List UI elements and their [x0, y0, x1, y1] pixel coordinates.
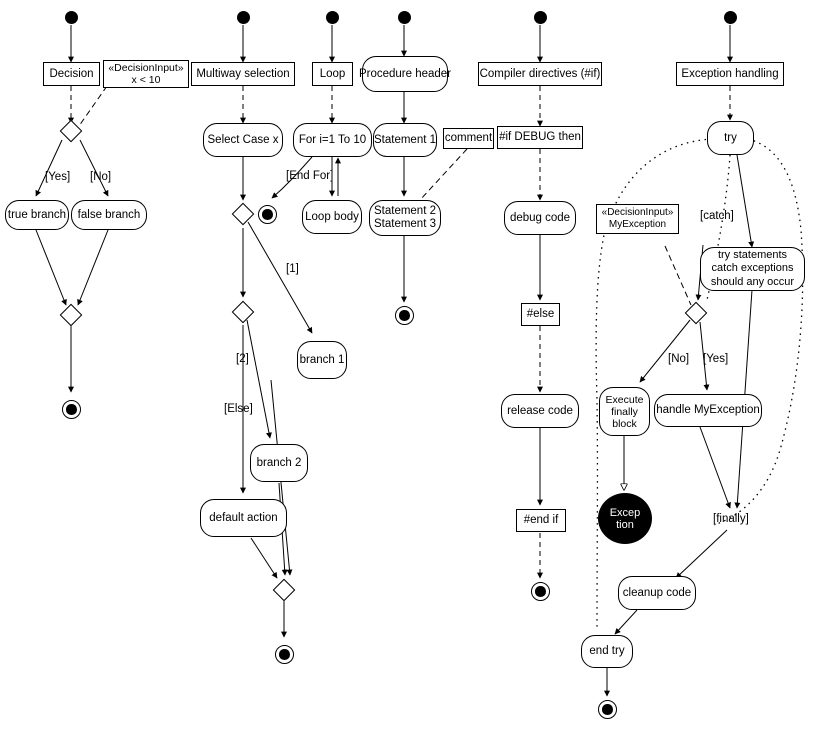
action-cleanup-code[interactable]: cleanup code	[618, 576, 696, 610]
edge-label-else: [Else]	[224, 403, 253, 415]
edge-label-yes: [Yes]	[45, 171, 71, 183]
edge-label-finally: [finally]	[713, 513, 749, 525]
column-header-exception[interactable]: Exception handling	[676, 62, 784, 86]
final-node-decision	[62, 400, 81, 419]
column-header-multiway[interactable]: Multiway selection	[191, 62, 295, 86]
action-statement-2-3[interactable]: Statement 2 Statement 3	[369, 200, 441, 236]
initial-node-procedure	[398, 11, 411, 24]
final-node-exception	[598, 700, 617, 719]
final-node-procedure	[395, 306, 414, 325]
action-end-try[interactable]: end try	[581, 635, 633, 668]
action-branch-2[interactable]: branch 2	[250, 444, 308, 482]
exception-end-node: Excep tion	[598, 493, 652, 544]
action-default-action[interactable]: default action	[200, 499, 287, 537]
action-try-statements[interactable]: try statements catch exceptions should a…	[700, 247, 805, 291]
action-release-code[interactable]: release code	[501, 394, 579, 428]
edge-label-exception-yes: [Yes]	[703, 353, 729, 365]
action-debug-code[interactable]: debug code	[504, 201, 576, 235]
edge-label-exception-no: [No]	[668, 353, 690, 365]
edge-label-no: [No]	[90, 171, 112, 183]
action-for-loop[interactable]: For i=1 To 10	[293, 123, 372, 157]
action-loop-body[interactable]: Loop body	[302, 200, 362, 234]
initial-node-compiler	[534, 11, 547, 24]
final-node-multiway	[275, 645, 294, 664]
column-header-procedure[interactable]: Procedure header	[359, 56, 451, 92]
final-node-loop	[258, 205, 277, 224]
action-false-branch[interactable]: false branch	[71, 200, 147, 230]
decision-input-note[interactable]: «DecisionInput» x < 10	[103, 60, 189, 88]
column-header-compiler[interactable]: Compiler directives (#if)	[478, 62, 602, 86]
action-branch-1[interactable]: branch 1	[297, 341, 347, 379]
action-select-case[interactable]: Select Case x	[203, 123, 283, 157]
edge-label-end-for: [End For]	[286, 170, 334, 182]
directive-end-if[interactable]: #end if	[516, 509, 566, 532]
action-statement-1[interactable]: Statement 1	[373, 123, 437, 157]
exception-decision-input-note[interactable]: «DecisionInput» MyException	[596, 204, 679, 234]
edge-label-case1: [1]	[286, 263, 299, 275]
action-handle-myexception[interactable]: handle MyException	[654, 394, 762, 427]
initial-node-multiway	[237, 11, 250, 24]
column-header-loop[interactable]: Loop	[312, 62, 353, 86]
action-try[interactable]: try	[707, 121, 754, 155]
initial-node-loop	[326, 11, 339, 24]
initial-node-exception	[724, 11, 737, 24]
final-node-compiler	[531, 582, 550, 601]
activity-diagram: Decision «DecisionInput» x < 10 [Yes] [N…	[0, 0, 817, 740]
action-execute-finally-block[interactable]: Execute finally block	[599, 387, 650, 436]
edge-label-catch: [catch]	[700, 210, 734, 222]
directive-else[interactable]: #else	[521, 303, 560, 326]
edge-layer	[35, 25, 804, 697]
directive-if-debug[interactable]: #if DEBUG then	[497, 126, 583, 149]
edge-label-case2: [2]	[236, 353, 249, 365]
action-true-branch[interactable]: true branch	[5, 200, 69, 230]
comment-note[interactable]: comment	[443, 128, 494, 149]
initial-node-decision	[65, 11, 78, 24]
column-header-decision[interactable]: Decision	[43, 62, 100, 86]
